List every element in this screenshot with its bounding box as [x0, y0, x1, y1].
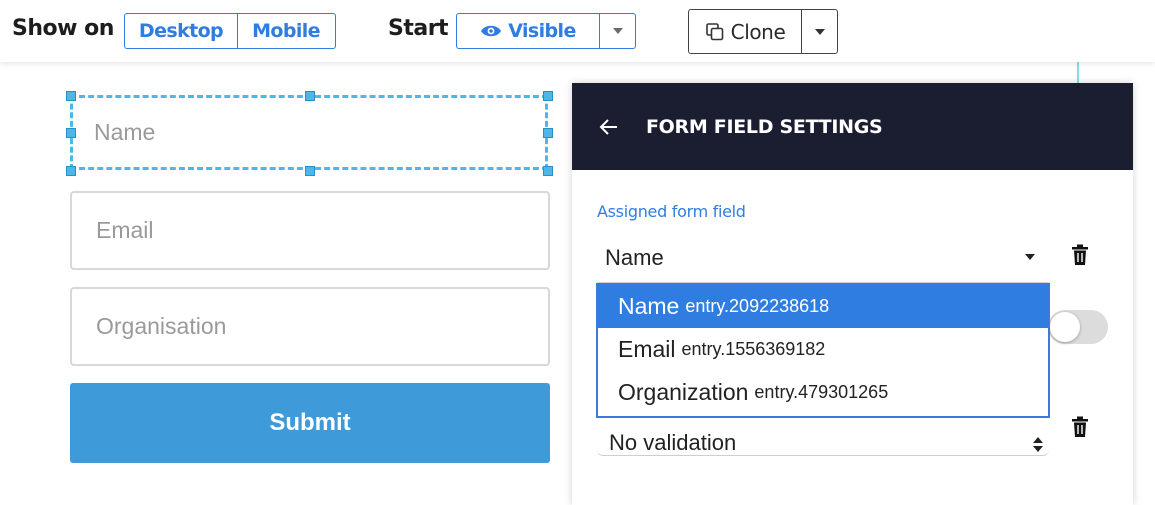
chevron-down-icon	[612, 28, 623, 34]
show-on-label: Show on	[12, 16, 114, 41]
resize-handle[interactable]	[543, 166, 553, 176]
submit-button[interactable]: Submit	[70, 383, 550, 463]
start-label: Start	[388, 16, 449, 41]
dropdown-option-email[interactable]: Email entry.1556369182	[598, 328, 1048, 371]
top-toolbar: Show on Desktop Mobile Start Visible Clo…	[0, 0, 1155, 62]
assigned-field-select[interactable]: Name	[597, 233, 1049, 283]
show-on-toggle: Desktop Mobile	[124, 13, 336, 49]
dropdown-option-organization[interactable]: Organization entry.479301265	[598, 371, 1048, 414]
chevron-down-icon	[1025, 254, 1035, 260]
form-field-dropdown: Name entry.2092238618 Email entry.155636…	[596, 283, 1050, 418]
start-dropdown-toggle[interactable]	[599, 14, 635, 48]
panel-header: FORM FIELD SETTINGS	[572, 83, 1133, 170]
eye-icon	[481, 25, 502, 37]
option-label: Email	[618, 336, 676, 362]
resize-handle[interactable]	[66, 166, 76, 176]
option-entry-id: entry.2092238618	[685, 296, 830, 316]
chevron-down-icon	[814, 28, 825, 35]
resize-handle[interactable]	[305, 166, 315, 176]
clone-icon	[705, 22, 723, 40]
dropdown-option-name[interactable]: Name entry.2092238618	[598, 285, 1048, 328]
trash-icon[interactable]	[1071, 244, 1089, 266]
option-entry-id: entry.479301265	[754, 382, 889, 402]
email-field[interactable]: Email	[70, 191, 550, 270]
organisation-field[interactable]: Organisation	[70, 287, 550, 366]
option-label: Organization	[618, 379, 749, 405]
selection-outline	[70, 95, 548, 170]
visible-label: Visible	[508, 20, 576, 42]
visible-button[interactable]: Visible	[457, 14, 599, 48]
resize-handle[interactable]	[543, 128, 553, 138]
start-select: Visible	[456, 13, 636, 49]
option-entry-id: entry.1556369182	[681, 339, 826, 359]
clone-split-button: Clone	[688, 9, 838, 54]
desktop-button[interactable]: Desktop	[125, 14, 237, 48]
resize-handle[interactable]	[66, 128, 76, 138]
assigned-field-value: Name	[605, 244, 664, 270]
panel-title: FORM FIELD SETTINGS	[646, 115, 883, 138]
clone-label: Clone	[730, 19, 786, 44]
back-arrow-icon[interactable]	[598, 116, 620, 138]
clone-dropdown-toggle[interactable]	[801, 10, 837, 53]
required-toggle[interactable]	[1048, 310, 1108, 344]
mobile-button[interactable]: Mobile	[237, 14, 334, 48]
resize-handle[interactable]	[543, 91, 553, 101]
resize-handle[interactable]	[305, 91, 315, 101]
toggle-knob	[1050, 312, 1080, 342]
alignment-guide	[1077, 62, 1079, 84]
option-label: Name	[618, 293, 680, 319]
trash-icon[interactable]	[1071, 416, 1089, 438]
select-arrows-icon	[1033, 437, 1043, 452]
clone-button[interactable]: Clone	[689, 10, 801, 53]
resize-handle[interactable]	[66, 91, 76, 101]
assigned-form-field-label: Assigned form field	[597, 202, 746, 221]
validation-value: No validation	[609, 430, 737, 455]
